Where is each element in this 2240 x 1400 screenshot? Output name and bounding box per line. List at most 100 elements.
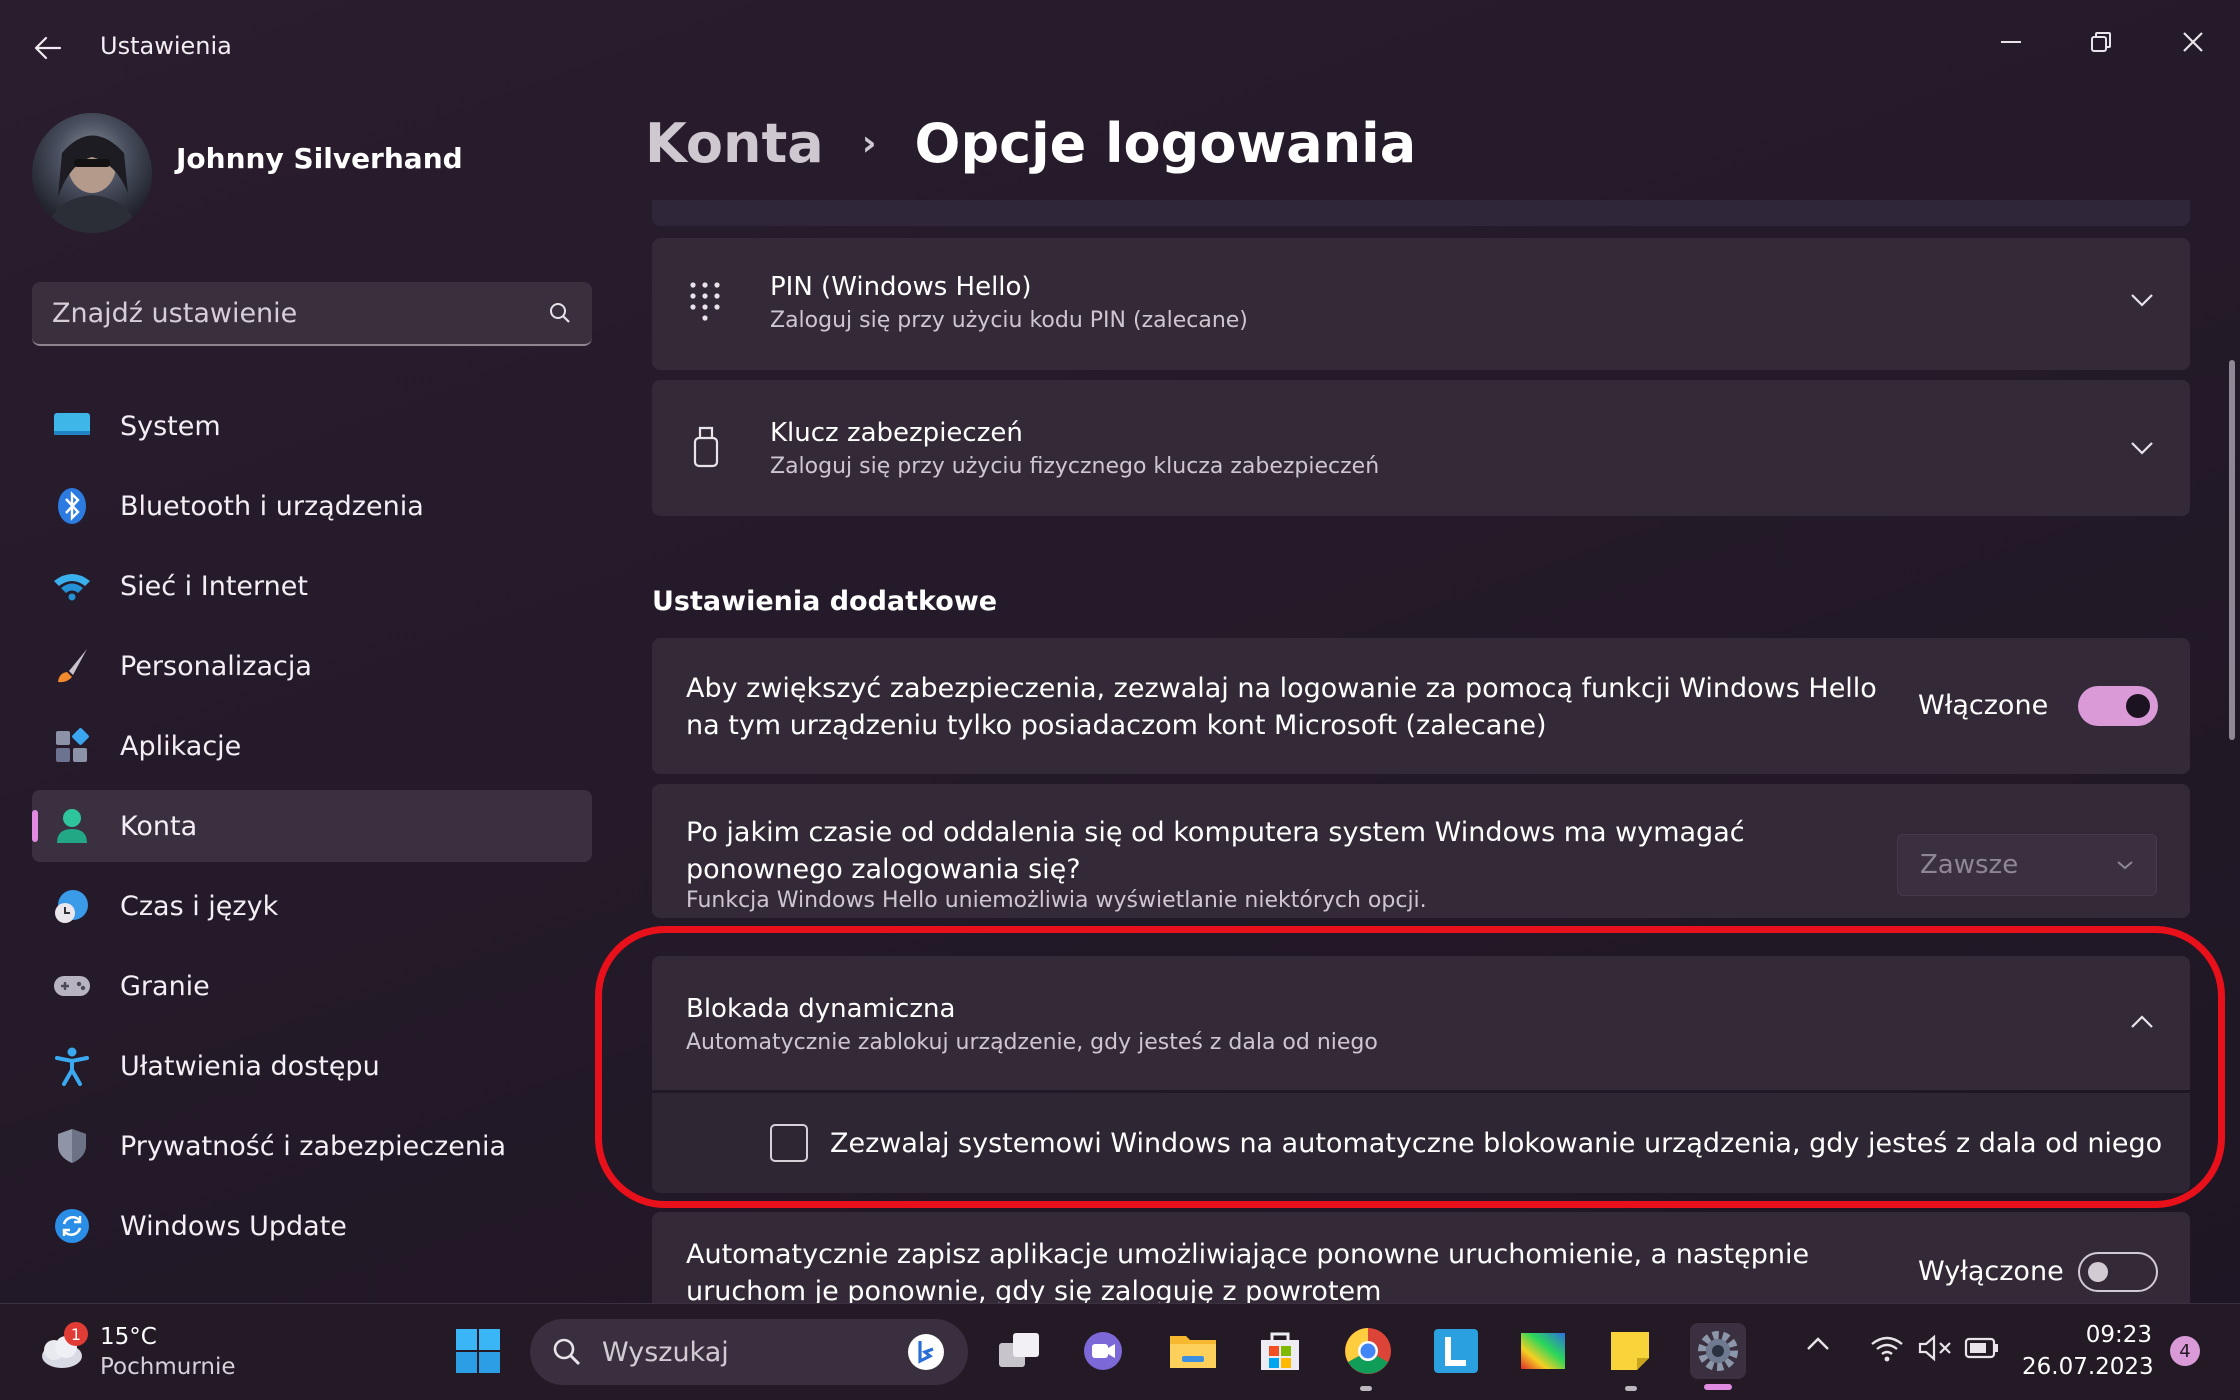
clock[interactable]: 09:23 26.07.2023 bbox=[2022, 1322, 2154, 1380]
dynamic-lock-expanded-panel: Zezwalaj systemowi Windows na automatycz… bbox=[652, 1093, 2190, 1193]
breadcrumb-parent[interactable]: Konta bbox=[645, 112, 824, 175]
sidebar-item-label: Aplikacje bbox=[120, 730, 242, 762]
clock-globe-icon bbox=[52, 886, 92, 926]
sidebar-item-accounts[interactable]: Konta bbox=[32, 790, 592, 862]
windows-logo-icon bbox=[456, 1329, 500, 1373]
volume-muted-icon[interactable] bbox=[1918, 1334, 1952, 1366]
sidebar-item-apps[interactable]: Aplikacje bbox=[32, 710, 592, 782]
wifi-tray-icon[interactable] bbox=[1870, 1334, 1904, 1366]
sidebar-item-label: Granie bbox=[120, 970, 210, 1002]
breadcrumb: Konta › Opcje logowania bbox=[645, 112, 1416, 175]
sidebar-item-personalization[interactable]: Personalizacja bbox=[32, 630, 592, 702]
hello-only-setting-card: Aby zwiększyć zabezpieczenia, zezwalaj n… bbox=[652, 638, 2190, 774]
sidebar-item-label: System bbox=[120, 410, 221, 442]
sidebar-item-privacy[interactable]: Prywatność i zabezpieczenia bbox=[32, 1110, 592, 1182]
task-view-button[interactable] bbox=[992, 1323, 1048, 1379]
restart-apps-toggle[interactable] bbox=[2078, 1252, 2158, 1292]
close-button[interactable] bbox=[2148, 12, 2238, 72]
wifi-icon bbox=[52, 566, 92, 606]
dynamic-lock-checkbox[interactable] bbox=[770, 1124, 808, 1162]
sidebar-item-windows-update[interactable]: Windows Update bbox=[32, 1190, 592, 1262]
bluetooth-icon bbox=[52, 486, 92, 526]
chat-icon bbox=[1084, 1332, 1122, 1370]
avatar[interactable] bbox=[32, 113, 152, 233]
folder-icon bbox=[1170, 1336, 1216, 1368]
close-icon bbox=[2183, 32, 2203, 52]
sticky-notes-button[interactable] bbox=[1602, 1323, 1658, 1379]
running-indicator bbox=[1625, 1386, 1637, 1391]
taskbar-search[interactable]: Wyszukaj bbox=[530, 1319, 968, 1385]
sidebar-item-label: Sieć i Internet bbox=[120, 570, 308, 602]
chrome-icon bbox=[1345, 1328, 1391, 1374]
back-button[interactable] bbox=[26, 26, 70, 70]
sidebar-item-gaming[interactable]: Granie bbox=[32, 950, 592, 1022]
system-icon bbox=[52, 406, 92, 446]
account-icon bbox=[52, 806, 92, 846]
sidebar-item-bluetooth[interactable]: Bluetooth i urządzenia bbox=[32, 470, 592, 542]
sidebar-item-network[interactable]: Sieć i Internet bbox=[32, 550, 592, 622]
hello-only-state-label: Włączone bbox=[1918, 690, 2049, 721]
require-signin-dropdown[interactable]: Zawsze bbox=[1897, 834, 2157, 896]
teams-chat-button[interactable] bbox=[1075, 1323, 1131, 1379]
clock-date: 26.07.2023 bbox=[2022, 1354, 2154, 1380]
sidebar-item-label: Windows Update bbox=[120, 1210, 347, 1242]
letter-l-app-icon bbox=[1434, 1329, 1478, 1373]
pin-option-title: PIN (Windows Hello) bbox=[770, 272, 1032, 302]
page-title: Opcje logowania bbox=[914, 112, 1417, 175]
chrome-button[interactable] bbox=[1340, 1323, 1396, 1379]
color-app-button[interactable] bbox=[1515, 1323, 1571, 1379]
security-key-title: Klucz zabezpieczeń bbox=[770, 418, 1023, 448]
active-app-indicator bbox=[1704, 1384, 1732, 1390]
search-placeholder: Znajdź ustawienie bbox=[52, 297, 298, 329]
chevron-down-icon[interactable] bbox=[2130, 440, 2154, 459]
shield-icon bbox=[52, 1126, 92, 1166]
user-name: Johnny Silverhand bbox=[176, 142, 463, 175]
dynamic-lock-subtitle: Automatycznie zablokuj urządzenie, gdy j… bbox=[686, 1030, 1378, 1055]
minimize-icon bbox=[2001, 41, 2021, 43]
weather-widget[interactable]: 1 15°C Pochmurnie bbox=[30, 1322, 236, 1382]
pin-option-subtitle: Zaloguj się przy użyciu kodu PIN (zaleca… bbox=[770, 308, 1248, 333]
sticky-note-icon bbox=[1611, 1332, 1649, 1370]
sidebar-item-label: Personalizacja bbox=[120, 650, 312, 682]
restart-apps-text: Automatycznie zapisz aplikacje umożliwia… bbox=[686, 1239, 1810, 1307]
dynamic-lock-card[interactable]: Blokada dynamiczna Automatycznie zabloku… bbox=[652, 956, 2190, 1090]
brush-icon bbox=[52, 646, 92, 686]
sidebar-item-accessibility[interactable]: Ułatwienia dostępu bbox=[32, 1030, 592, 1102]
sidebar-item-label: Czas i język bbox=[120, 890, 279, 922]
require-signin-text: Po jakim czasie od oddalenia się od komp… bbox=[686, 817, 1745, 885]
tray-overflow-chevron-icon[interactable] bbox=[1806, 1336, 1830, 1355]
back-arrow-icon bbox=[34, 36, 62, 60]
chevron-down-icon bbox=[2117, 861, 2133, 870]
taskbar-search-placeholder: Wyszukaj bbox=[602, 1336, 729, 1368]
accessibility-icon bbox=[52, 1046, 92, 1086]
pin-option-card[interactable]: PIN (Windows Hello) Zaloguj się przy uży… bbox=[652, 238, 2190, 370]
sidebar-item-system[interactable]: System bbox=[32, 390, 592, 462]
search-icon bbox=[550, 303, 570, 323]
settings-search-input[interactable]: Znajdź ustawienie bbox=[32, 282, 592, 346]
clipped-card-edge bbox=[652, 200, 2190, 226]
dynamic-lock-checkbox-label[interactable]: Zezwalaj systemowi Windows na automatycz… bbox=[830, 1128, 2162, 1159]
require-signin-card: Po jakim czasie od oddalenia się od komp… bbox=[652, 784, 2190, 918]
dynamic-lock-title: Blokada dynamiczna bbox=[686, 994, 956, 1024]
restore-button[interactable] bbox=[2056, 12, 2146, 72]
store-icon bbox=[1261, 1332, 1299, 1370]
title-bar bbox=[0, 0, 2240, 100]
pin-keypad-icon bbox=[688, 280, 722, 326]
chevron-down-icon[interactable] bbox=[2130, 292, 2154, 311]
store-button[interactable] bbox=[1252, 1323, 1308, 1379]
hello-only-toggle[interactable] bbox=[2078, 686, 2158, 726]
settings-app-button[interactable] bbox=[1690, 1323, 1746, 1379]
minimize-button[interactable] bbox=[1966, 12, 2056, 72]
battery-icon[interactable] bbox=[1964, 1336, 2000, 1364]
running-indicator bbox=[1360, 1386, 1372, 1391]
sidebar-item-label: Ułatwienia dostępu bbox=[120, 1050, 380, 1082]
sidebar-item-time-language[interactable]: Czas i język bbox=[32, 870, 592, 942]
scrollbar-thumb[interactable] bbox=[2229, 360, 2235, 740]
chevron-up-icon[interactable] bbox=[2130, 1014, 2154, 1033]
notification-count-badge[interactable]: 4 bbox=[2170, 1336, 2200, 1366]
file-explorer-button[interactable] bbox=[1165, 1323, 1221, 1379]
launcher-l-button[interactable] bbox=[1428, 1323, 1484, 1379]
start-button[interactable] bbox=[450, 1323, 506, 1379]
security-key-option-card[interactable]: Klucz zabezpieczeń Zaloguj się przy użyc… bbox=[652, 380, 2190, 516]
app-title: Ustawienia bbox=[100, 32, 232, 60]
